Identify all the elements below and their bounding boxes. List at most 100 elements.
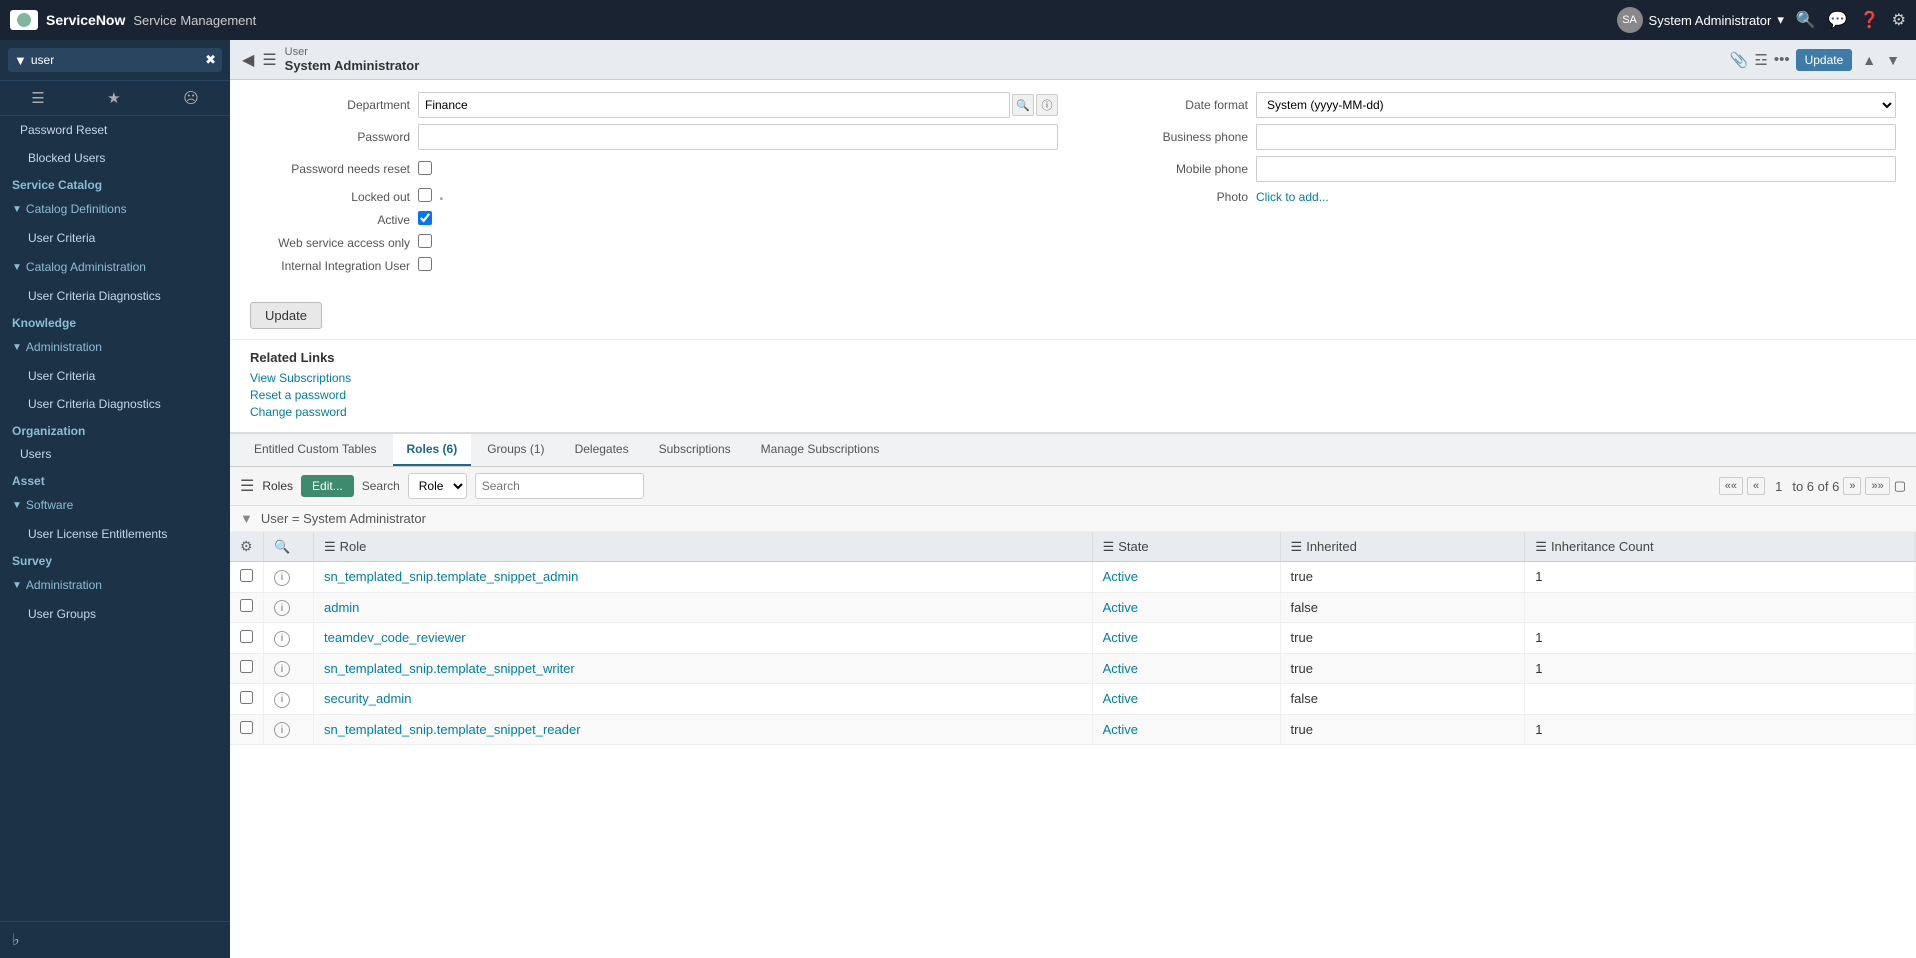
state-link[interactable]: Active (1103, 661, 1138, 676)
active-checkbox[interactable] (418, 211, 432, 225)
sidebar-item-user-criteria-1[interactable]: User Criteria (0, 224, 230, 252)
edit-button[interactable]: Edit... (301, 475, 354, 497)
row-checkbox[interactable] (240, 660, 253, 673)
tab-manage-subscriptions[interactable]: Manage Subscriptions (747, 434, 894, 466)
sidebar-group-software[interactable]: ▼ Software (0, 490, 230, 520)
state-link[interactable]: Active (1103, 630, 1138, 645)
row-info-icon[interactable]: i (274, 722, 290, 738)
update-button-top[interactable]: Update (1796, 49, 1853, 71)
collapse-nav-btn[interactable]: ◀ (242, 50, 254, 70)
role-link[interactable]: sn_templated_snip.template_snippet_reade… (324, 722, 581, 737)
row-checkbox[interactable] (240, 569, 253, 582)
sidebar-item-user-groups[interactable]: User Groups (0, 600, 230, 628)
sidebar-group-catalog-admin[interactable]: ▼ Catalog Administration (0, 252, 230, 282)
roles-search-input[interactable] (475, 473, 644, 499)
app-logo[interactable]: ServiceNow Service Management (10, 10, 256, 30)
locked-out-checkbox[interactable] (418, 188, 432, 202)
link-view-subscriptions[interactable]: View Subscriptions (250, 371, 1896, 385)
tab-roles[interactable]: Roles (6) (393, 434, 472, 466)
sidebar-item-users[interactable]: Users (0, 440, 230, 468)
attachment-icon[interactable]: 📎 (1730, 51, 1749, 69)
sidebar-item-password-reset[interactable]: Password Reset (0, 116, 230, 144)
prev-page-btn[interactable]: « (1747, 477, 1765, 495)
business-phone-input[interactable] (1256, 124, 1896, 150)
sidebar-search-clear-icon[interactable]: ✖ (205, 52, 216, 68)
sidebar-favorites-icon[interactable]: ★ (101, 87, 126, 109)
search-col-icon[interactable]: 🔍 (274, 539, 290, 554)
sidebar-item-user-criteria-diag-2[interactable]: User Criteria Diagnostics (0, 390, 230, 418)
user-dropdown-icon[interactable]: ▾ (1777, 12, 1784, 28)
tab-delegates[interactable]: Delegates (561, 434, 643, 466)
col-count-header[interactable]: ☰ Inheritance Count (1525, 532, 1916, 562)
col-count-label: Inheritance Count (1551, 539, 1654, 554)
link-change-password[interactable]: Change password (250, 405, 1896, 419)
hamburger-icon[interactable]: ☰ (262, 50, 276, 70)
sidebar-group-catalog-definitions[interactable]: ▼ Catalog Definitions (0, 194, 230, 224)
next-record-btn[interactable]: ▼ (1882, 50, 1904, 70)
col-state-header[interactable]: ☰ State (1092, 532, 1280, 562)
row-checkbox[interactable] (240, 721, 253, 734)
prev-record-btn[interactable]: ▲ (1858, 50, 1880, 70)
col-role-header[interactable]: ☰ Role (314, 532, 1093, 562)
date-format-select[interactable]: System (yyyy-MM-dd) (1256, 92, 1896, 118)
state-link[interactable]: Active (1103, 691, 1138, 706)
last-page-btn[interactable]: »» (1865, 477, 1889, 495)
settings-icon[interactable]: ⚙ (1892, 10, 1906, 30)
state-link[interactable]: Active (1103, 569, 1138, 584)
department-input[interactable] (418, 92, 1010, 118)
col-inherited-header[interactable]: ☰ Inherited (1280, 532, 1525, 562)
search-field-select[interactable]: Role (408, 473, 467, 499)
row-info-icon[interactable]: i (274, 661, 290, 677)
sidebar-home-icon[interactable]: ☰ (25, 87, 50, 109)
sidebar-add-icon[interactable]: ♭ (12, 932, 20, 949)
role-link[interactable]: sn_templated_snip.template_snippet_write… (324, 661, 575, 676)
table-row: i sn_templated_snip.template_snippet_rea… (230, 714, 1916, 745)
row-info-icon[interactable]: i (274, 631, 290, 647)
servicenow-logo-icon (10, 10, 38, 30)
department-info-icon[interactable]: ⓘ (1036, 94, 1058, 116)
role-link[interactable]: teamdev_code_reviewer (324, 630, 466, 645)
user-menu[interactable]: SA System Administrator ▾ (1617, 7, 1784, 33)
mobile-phone-input[interactable] (1256, 156, 1896, 182)
sidebar-history-icon[interactable]: ☹ (177, 87, 205, 109)
sidebar-group-survey-admin[interactable]: ▼ Administration (0, 570, 230, 600)
role-link[interactable]: admin (324, 600, 359, 615)
help-icon[interactable]: ❓ (1860, 10, 1880, 30)
photo-add-link[interactable]: Click to add... (1256, 190, 1329, 204)
pwd-reset-checkbox[interactable] (418, 161, 432, 175)
first-page-btn[interactable]: «« (1719, 477, 1743, 495)
row-info-icon[interactable]: i (274, 600, 290, 616)
more-options-icon[interactable]: ••• (1774, 51, 1790, 68)
sidebar-search-input[interactable] (31, 53, 201, 67)
customize-icon[interactable]: ☲ (1754, 51, 1767, 69)
internal-user-checkbox[interactable] (418, 257, 432, 271)
tab-subscriptions[interactable]: Subscriptions (645, 434, 745, 466)
state-link[interactable]: Active (1103, 600, 1138, 615)
chat-icon[interactable]: 💬 (1828, 10, 1848, 30)
department-search-icon[interactable]: 🔍 (1012, 94, 1034, 116)
next-page-btn[interactable]: » (1843, 477, 1861, 495)
sidebar-group-knowledge-admin[interactable]: ▼ Administration (0, 332, 230, 362)
update-button-form[interactable]: Update (250, 302, 322, 329)
sidebar-item-user-license[interactable]: User License Entitlements (0, 520, 230, 548)
row-info-icon[interactable]: i (274, 570, 290, 586)
row-checkbox[interactable] (240, 691, 253, 704)
row-checkbox[interactable] (240, 630, 253, 643)
search-icon[interactable]: 🔍 (1796, 10, 1816, 30)
web-service-checkbox[interactable] (418, 234, 432, 248)
role-link[interactable]: security_admin (324, 691, 411, 706)
row-info-icon[interactable]: i (274, 692, 290, 708)
sidebar-item-user-criteria-2[interactable]: User Criteria (0, 362, 230, 390)
gear-icon[interactable]: ⚙ (240, 538, 253, 554)
sidebar-item-blocked-users[interactable]: Blocked Users (0, 144, 230, 172)
table-collapse-icon[interactable]: ▢ (1894, 478, 1906, 494)
sidebar-item-user-criteria-diag-1[interactable]: User Criteria Diagnostics (0, 282, 230, 310)
tab-entitled-custom-tables[interactable]: Entitled Custom Tables (240, 434, 391, 466)
link-reset-password[interactable]: Reset a password (250, 388, 1896, 402)
password-input[interactable] (418, 124, 1058, 150)
role-link[interactable]: sn_templated_snip.template_snippet_admin (324, 569, 578, 584)
tab-groups[interactable]: Groups (1) (473, 434, 558, 466)
row-checkbox[interactable] (240, 599, 253, 612)
table-menu-icon[interactable]: ☰ (240, 476, 254, 496)
state-link[interactable]: Active (1103, 722, 1138, 737)
